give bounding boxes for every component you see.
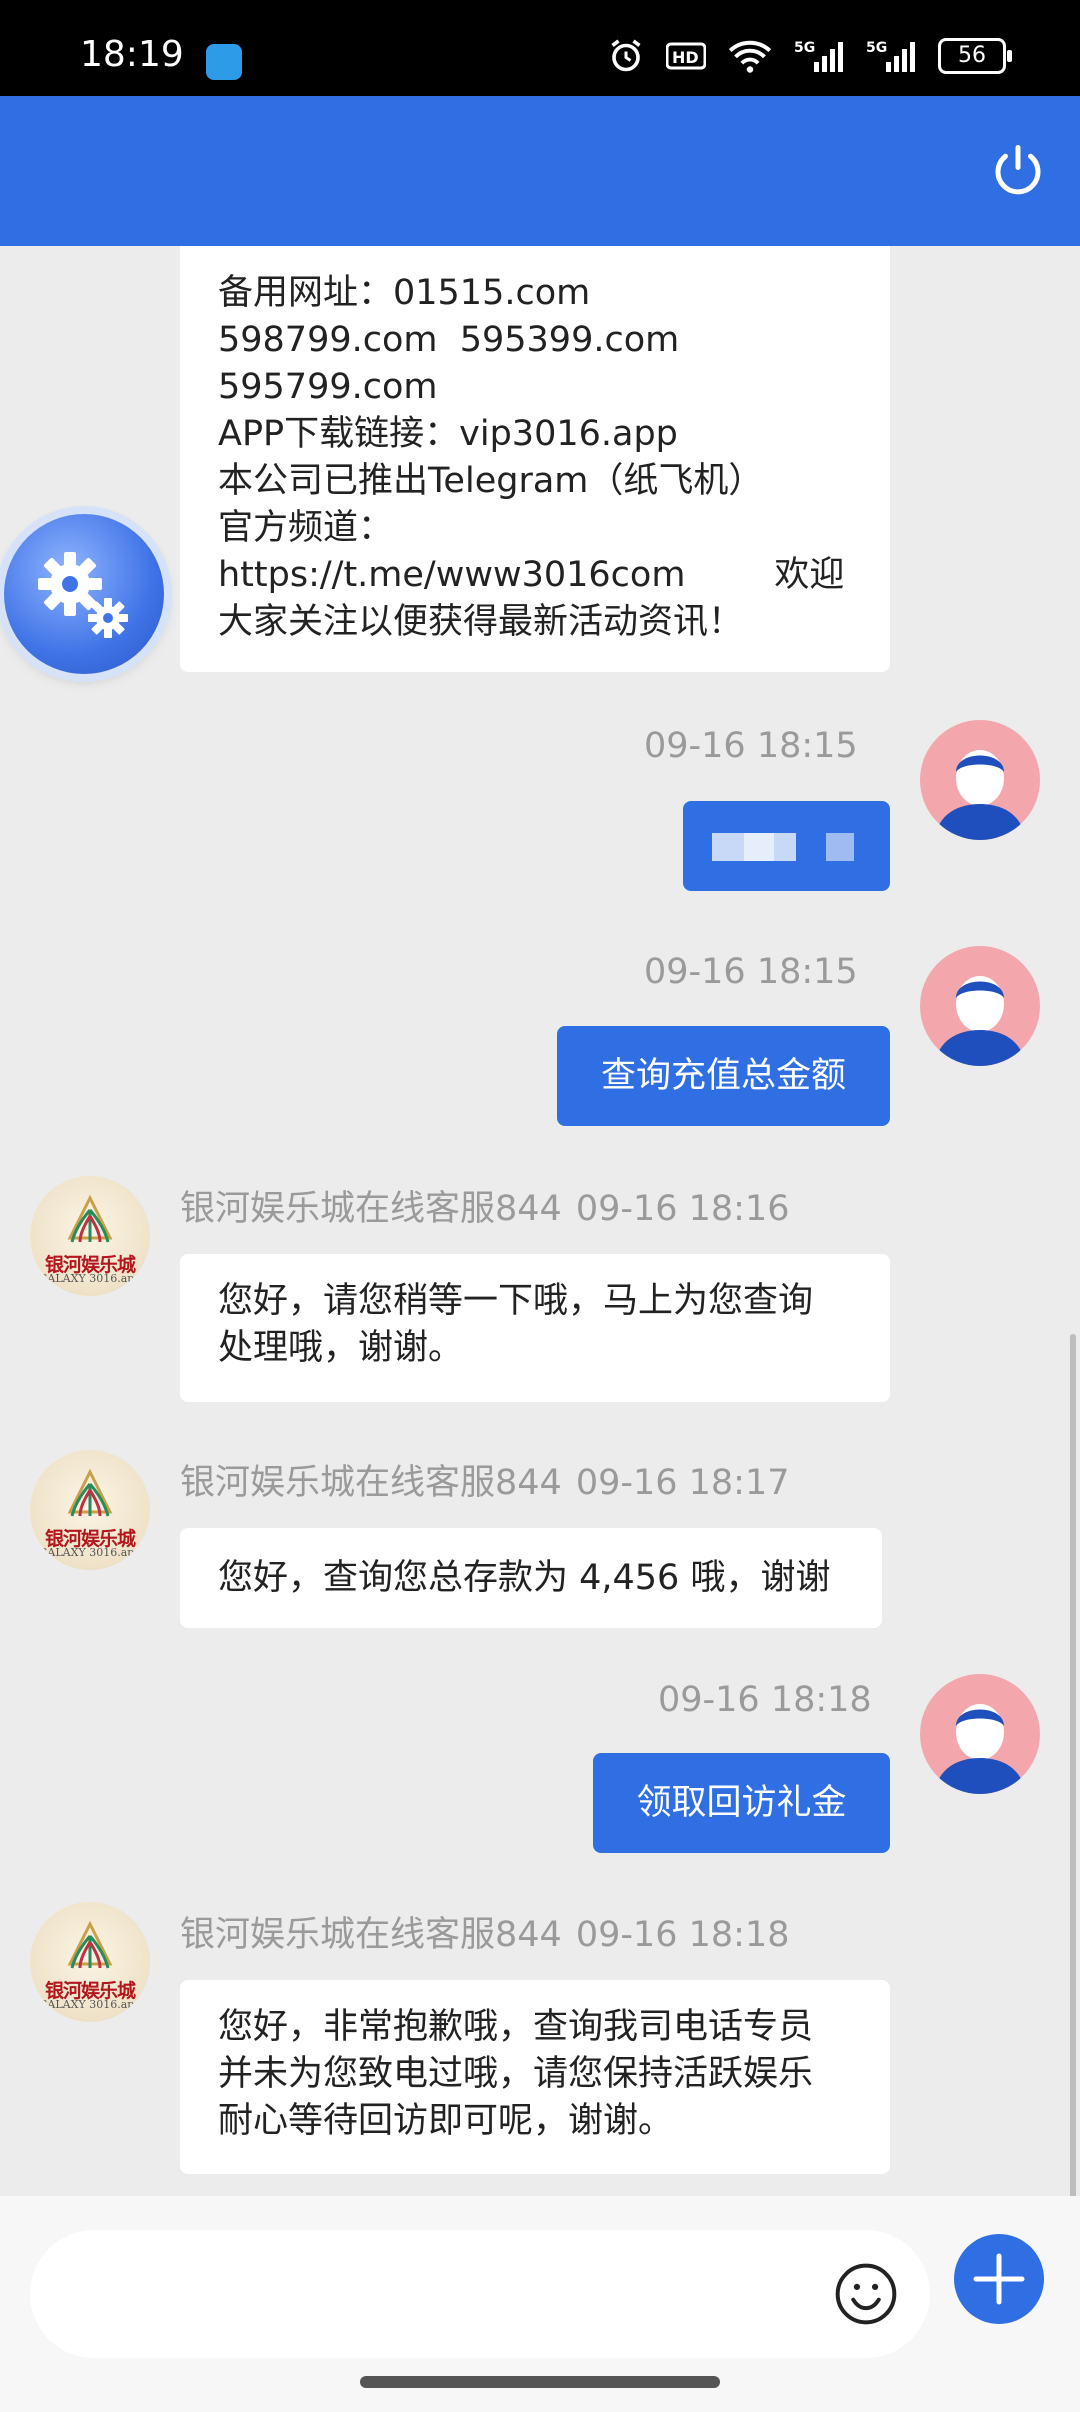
- status-icons: HD 5G 5G 56: [608, 38, 1012, 74]
- message-bubble: 您好，请您稍等一下哦，马上为您查询 处理哦，谢谢。: [180, 1254, 890, 1402]
- blurred-pixel: [774, 833, 796, 861]
- agent-logo-subtext: GALAXY 3016.app: [38, 1546, 142, 1559]
- status-bar: 18:19 HD 5G 5G 56: [0, 0, 1080, 96]
- message-line: 官方频道：: [218, 508, 394, 548]
- settings-gears-icon: [38, 552, 128, 638]
- user-avatar: [920, 1674, 1040, 1794]
- message-bubble: 查询充值总金额: [557, 1026, 890, 1126]
- message-line: 598799.com 595399.com: [218, 320, 680, 360]
- message-time: 09-16 18:15: [644, 952, 858, 992]
- agent-logo-subtext: GALAXY 3016.app: [38, 1272, 142, 1285]
- svg-text:5G: 5G: [866, 40, 887, 56]
- chat-header: [0, 96, 1080, 246]
- user-avatar: [920, 946, 1040, 1066]
- message-time: 09-16 18:16: [575, 1189, 790, 1229]
- scrollbar[interactable]: [1070, 1334, 1076, 2196]
- 5g-signal-icon: 5G: [794, 40, 843, 72]
- message-meta: 银河娱乐城在线客服844 09-16 18:16: [180, 1180, 790, 1231]
- blurred-pixel: [712, 833, 744, 861]
- 5g-signal-icon: 5G: [866, 40, 915, 72]
- message-line: 备用网址：01515.com: [218, 273, 591, 313]
- message-bubble: 备用网址：01515.com 598799.com 595399.com 595…: [180, 246, 890, 672]
- message-line: 本公司已推出Telegram（纸飞机）: [218, 461, 764, 501]
- svg-text:HD: HD: [672, 48, 699, 67]
- smiley-icon[interactable]: [832, 2260, 900, 2328]
- message-meta: 银河娱乐城在线客服844 09-16 18:18: [180, 1906, 790, 1957]
- sender-name: 银河娱乐城在线客服844: [180, 1463, 562, 1503]
- message-line: 您好，查询您总存款为 4,456 哦，谢谢: [218, 1558, 831, 1598]
- message-line: 您好，非常抱歉哦，查询我司电话专员: [218, 2007, 814, 2047]
- message-line: 您好，请您稍等一下哦，马上为您查询: [218, 1281, 814, 1321]
- message-link-line[interactable]: https://t.me/www3016com 欢迎: [218, 552, 852, 599]
- message-bubble: 您好，查询您总存款为 4,456 哦，谢谢: [180, 1528, 882, 1628]
- message-bubble: 您好，非常抱歉哦，查询我司电话专员 并未为您致电过哦，请您保持活跃娱乐 耐心等待…: [180, 1980, 890, 2174]
- message-time: 09-16 18:17: [575, 1463, 790, 1503]
- message-line: 处理哦，谢谢。: [218, 1328, 464, 1368]
- alarm-icon: [611, 39, 641, 72]
- blurred-pixel: [826, 833, 854, 861]
- message-time: 09-16 18:15: [644, 726, 858, 766]
- message-line: APP下载链接：vip3016.app: [218, 414, 678, 454]
- sender-name: 银河娱乐城在线客服844: [180, 1189, 562, 1229]
- agent-avatar: 银河娱乐城 GALAXY 3016.app: [30, 1176, 150, 1296]
- svg-text:5G: 5G: [794, 40, 815, 56]
- agent-logo-subtext: GALAXY 3016.app: [38, 1998, 142, 2011]
- message-line: 大家关注以便获得最新活动资讯！: [218, 602, 744, 642]
- status-time: 18:19: [80, 34, 184, 75]
- sender-name: 银河娱乐城在线客服844: [180, 1915, 562, 1955]
- message-line: 并未为您致电过哦，请您保持活跃娱乐: [218, 2054, 814, 2094]
- settings-float-button[interactable]: [4, 514, 164, 674]
- message-bubble: 领取回访礼金: [593, 1753, 890, 1853]
- message-line: 595799.com: [218, 367, 438, 407]
- message-line: 耐心等待回访即可呢，谢谢。: [218, 2101, 674, 2141]
- app-icon: [206, 44, 242, 80]
- battery-indicator: 56: [938, 38, 1012, 74]
- user-avatar: [920, 720, 1040, 840]
- message-input[interactable]: [30, 2230, 930, 2358]
- agent-avatar: 银河娱乐城 GALAXY 3016.app: [30, 1902, 150, 2022]
- hd-icon: HD: [666, 42, 706, 70]
- message-time: 09-16 18:18: [575, 1915, 790, 1955]
- power-icon[interactable]: [988, 140, 1048, 200]
- add-attachment-button[interactable]: [954, 2234, 1044, 2324]
- home-indicator[interactable]: [360, 2376, 720, 2388]
- plus-icon: [973, 2253, 1025, 2305]
- message-meta: 银河娱乐城在线客服844 09-16 18:17: [180, 1454, 790, 1505]
- message-time: 09-16 18:18: [658, 1680, 872, 1720]
- blurred-pixel: [744, 833, 774, 861]
- agent-avatar: 银河娱乐城 GALAXY 3016.app: [30, 1450, 150, 1570]
- wifi-icon: [728, 40, 772, 73]
